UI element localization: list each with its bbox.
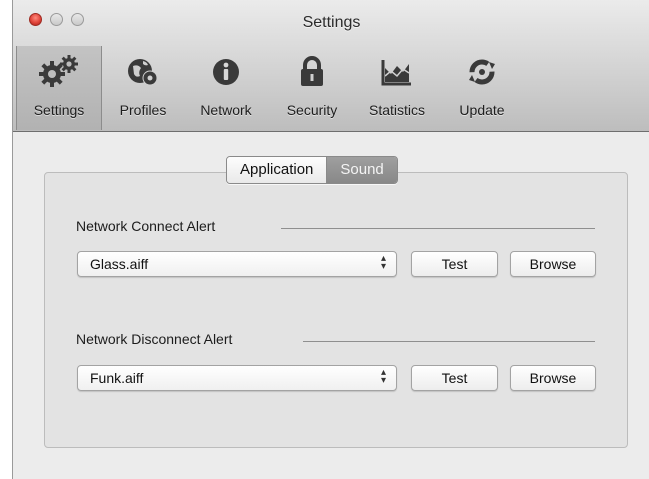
toolbar-item-label: Network bbox=[200, 102, 252, 118]
connect-sound-value: Glass.aiff bbox=[90, 256, 149, 272]
sound-settings-panel bbox=[44, 172, 628, 448]
refresh-icon bbox=[449, 54, 515, 88]
toolbar-item-label: Update bbox=[459, 102, 505, 118]
lock-icon bbox=[272, 54, 352, 88]
disconnect-alert-label: Network Disconnect Alert bbox=[76, 331, 233, 347]
area-chart-icon bbox=[354, 54, 440, 88]
tab-application[interactable]: Application bbox=[227, 157, 328, 183]
window-title: Settings bbox=[302, 14, 361, 31]
toolbar-item-label: Settings bbox=[33, 102, 85, 118]
info-icon bbox=[184, 54, 268, 88]
toolbar-item-label: Profiles bbox=[119, 102, 167, 118]
tab-sound[interactable]: Sound bbox=[327, 157, 397, 183]
toolbar-item-network[interactable]: Network bbox=[184, 46, 268, 130]
globe-gear-icon bbox=[108, 54, 178, 88]
toolbar-item-statistics[interactable]: Statistics bbox=[354, 46, 440, 130]
disconnect-alert-divider bbox=[303, 341, 595, 342]
toolbar-item-update[interactable]: Update bbox=[449, 46, 515, 130]
connect-browse-button[interactable]: Browse bbox=[510, 251, 596, 277]
settings-window: Settings Settings Profiles Network Secur… bbox=[12, 0, 649, 479]
toolbar-item-profiles[interactable]: Profiles bbox=[108, 46, 178, 130]
select-arrows-icon: ▴ ▾ bbox=[380, 367, 386, 386]
disconnect-test-button[interactable]: Test bbox=[411, 365, 498, 391]
toolbar-item-security[interactable]: Security bbox=[272, 46, 352, 130]
tab-switcher: Application Sound bbox=[226, 156, 398, 184]
disconnect-sound-select[interactable]: Funk.aiff ▴ ▾ bbox=[77, 365, 397, 391]
connect-alert-label: Network Connect Alert bbox=[76, 218, 216, 234]
gears-icon bbox=[17, 54, 101, 88]
toolbar-item-settings[interactable]: Settings bbox=[16, 46, 102, 130]
toolbar-item-label: Statistics bbox=[368, 102, 425, 118]
toolbar: Settings Settings Profiles Network Secur… bbox=[13, 0, 649, 132]
connect-alert-divider bbox=[281, 228, 595, 229]
disconnect-sound-value: Funk.aiff bbox=[90, 370, 144, 386]
connect-test-button[interactable]: Test bbox=[411, 251, 498, 277]
select-arrows-icon: ▴ ▾ bbox=[380, 253, 386, 272]
toolbar-item-label: Security bbox=[286, 102, 338, 118]
disconnect-browse-button[interactable]: Browse bbox=[510, 365, 596, 391]
connect-sound-select[interactable]: Glass.aiff ▴ ▾ bbox=[77, 251, 397, 277]
